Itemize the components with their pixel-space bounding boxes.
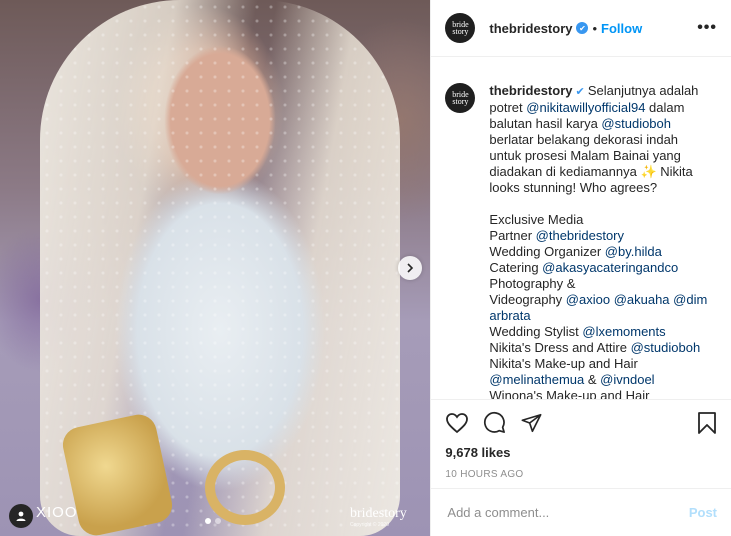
share-button[interactable] <box>520 412 543 434</box>
mention-link[interactable]: @lxemoments <box>582 324 665 339</box>
separator-dot: • <box>592 20 598 36</box>
photographer-watermark: XIOO <box>36 504 78 521</box>
caption-text: berlatar belakang dekorasi indah <box>489 132 679 147</box>
caption-line: Partner @thebridestory <box>489 228 714 244</box>
post-timestamp[interactable]: 10 HOURS AGO <box>431 463 731 489</box>
comment-button[interactable] <box>483 411 506 434</box>
caption-text: Partner <box>489 228 536 243</box>
caption-text: dalam <box>645 100 685 115</box>
mention-link[interactable]: @dim <box>673 292 707 307</box>
carousel-dot <box>215 518 221 524</box>
caption-text: Nikita's Dress and Attire <box>489 340 631 355</box>
caption-text: diadakan di kediamannya ✨ Nikita <box>489 164 693 179</box>
comment-input[interactable] <box>445 504 689 521</box>
heart-icon <box>446 412 469 433</box>
caption-text: untuk prosesi Malam Bainai yang <box>489 148 681 163</box>
caption-line: untuk prosesi Malam Bainai yang <box>489 148 714 164</box>
comments-section[interactable]: bride story thebridestory ✔ Selanjutnya … <box>431 57 731 399</box>
user-tag-icon <box>16 511 26 521</box>
mention-link[interactable]: @studioboh <box>601 116 671 131</box>
verified-badge-icon: ✔ <box>576 22 589 34</box>
caption-text: Catering <box>489 260 543 275</box>
caption-line: berlatar belakang dekorasi indah <box>489 132 714 148</box>
verified-badge-icon: ✔ <box>572 86 588 98</box>
paper-plane-icon <box>521 413 542 432</box>
avatar-label: bride story <box>452 90 469 106</box>
more-options-icon[interactable]: ••• <box>697 19 717 37</box>
follow-button[interactable]: Follow <box>601 21 642 36</box>
caption-line: looks stunning! Who agrees? <box>489 180 714 196</box>
mention-link[interactable]: @nikitawillyofficial94 <box>526 100 645 115</box>
caption-username-link[interactable]: thebridestory <box>489 83 572 98</box>
caption-line: Photography & <box>489 276 714 292</box>
caption-line: Catering @akasyacateringandco <box>489 260 714 276</box>
caption-line: balutan hasil karya @studioboh <box>489 116 714 132</box>
instagram-post: XIOO bridestory Copyright © 2020 bride s… <box>0 0 731 536</box>
caption-line: arbrata <box>489 308 714 324</box>
avatar-label: bride story <box>452 20 469 36</box>
caption-text: potret <box>489 100 527 115</box>
chevron-right-icon <box>407 263 414 273</box>
tagged-users-button[interactable] <box>9 504 33 528</box>
mention-link[interactable]: @melinathemua <box>489 372 584 387</box>
brand-watermark-copyright: Copyright © 2020 <box>350 522 389 528</box>
brand-watermark-text: bridestory <box>350 506 407 521</box>
username-link[interactable]: thebridestory <box>489 21 572 36</box>
comment-icon <box>484 411 506 433</box>
caption-text: looks stunning! Who agrees? <box>489 180 658 195</box>
avatar[interactable]: bride story <box>445 13 476 43</box>
mention-link[interactable]: @by.hilda <box>605 244 662 259</box>
caption-line: Videography @axioo @akuaha @dim <box>489 292 714 308</box>
caption-line: Nikita's Make-up and Hair <box>489 356 714 372</box>
caption-line: Wedding Stylist @lxemoments <box>489 324 714 340</box>
caption-text: Videography <box>489 292 566 307</box>
caption-text: Nikita's Make-up and Hair <box>489 356 638 371</box>
caption-text: Winona's Make-up and Hair <box>489 388 650 399</box>
mention-link[interactable]: @ivndoel <box>600 372 654 387</box>
caption-text: balutan hasil karya <box>489 116 602 131</box>
caption-line: thebridestory ✔ Selanjutnya adalah <box>489 83 714 100</box>
caption-line: @melinathemua & @ivndoel <box>489 372 714 388</box>
post-photo[interactable]: XIOO bridestory Copyright © 2020 <box>0 0 431 536</box>
caption-line: potret @nikitawillyofficial94 dalam <box>489 100 714 116</box>
caption-text: Photography & <box>489 276 576 291</box>
action-bar <box>431 399 731 445</box>
brand-watermark: bridestory Copyright © 2020 <box>350 506 407 528</box>
gold-bangle <box>205 450 285 525</box>
carousel-dots <box>205 518 221 524</box>
caption-line: Winona's Make-up and Hair <box>489 388 714 399</box>
caption-text: Exclusive Media <box>489 212 584 227</box>
caption-text: Selanjutnya adalah <box>587 83 699 98</box>
carousel-dot <box>205 518 211 524</box>
mention-link[interactable]: @akasyacateringandco <box>542 260 678 275</box>
caption-line: diadakan di kediamannya ✨ Nikita <box>489 164 714 180</box>
mention-link[interactable]: @studioboh <box>631 340 701 355</box>
caption-line: Wedding Organizer @by.hilda <box>489 244 714 260</box>
caption-avatar[interactable]: bride story <box>445 83 476 113</box>
post-comment-button[interactable]: Post <box>689 505 717 520</box>
caption-line: Exclusive Media <box>489 212 714 228</box>
caption-text: Wedding Stylist <box>489 324 583 339</box>
mention-link[interactable]: @thebridestory <box>536 228 624 243</box>
caption-line: Nikita's Dress and Attire @studioboh <box>489 340 714 356</box>
next-photo-button[interactable] <box>398 256 422 280</box>
post-details-panel: bride story thebridestory ✔ • Follow •••… <box>430 0 731 536</box>
save-button[interactable] <box>697 411 717 435</box>
post-header: bride story thebridestory ✔ • Follow ••• <box>431 0 731 57</box>
mention-link[interactable]: @akuaha <box>614 292 670 307</box>
like-button[interactable] <box>445 412 469 434</box>
likes-count[interactable]: 9,678 likes <box>431 445 731 463</box>
mention-link[interactable]: @axioo <box>566 292 610 307</box>
post-caption: thebridestory ✔ Selanjutnya adalah potret… <box>489 83 714 399</box>
add-comment-bar: Post <box>431 488 731 536</box>
mention-link[interactable]: arbrata <box>489 308 530 323</box>
bookmark-icon <box>698 411 716 434</box>
caption-text: & <box>584 372 601 387</box>
caption-text: Wedding Organizer <box>489 244 605 259</box>
